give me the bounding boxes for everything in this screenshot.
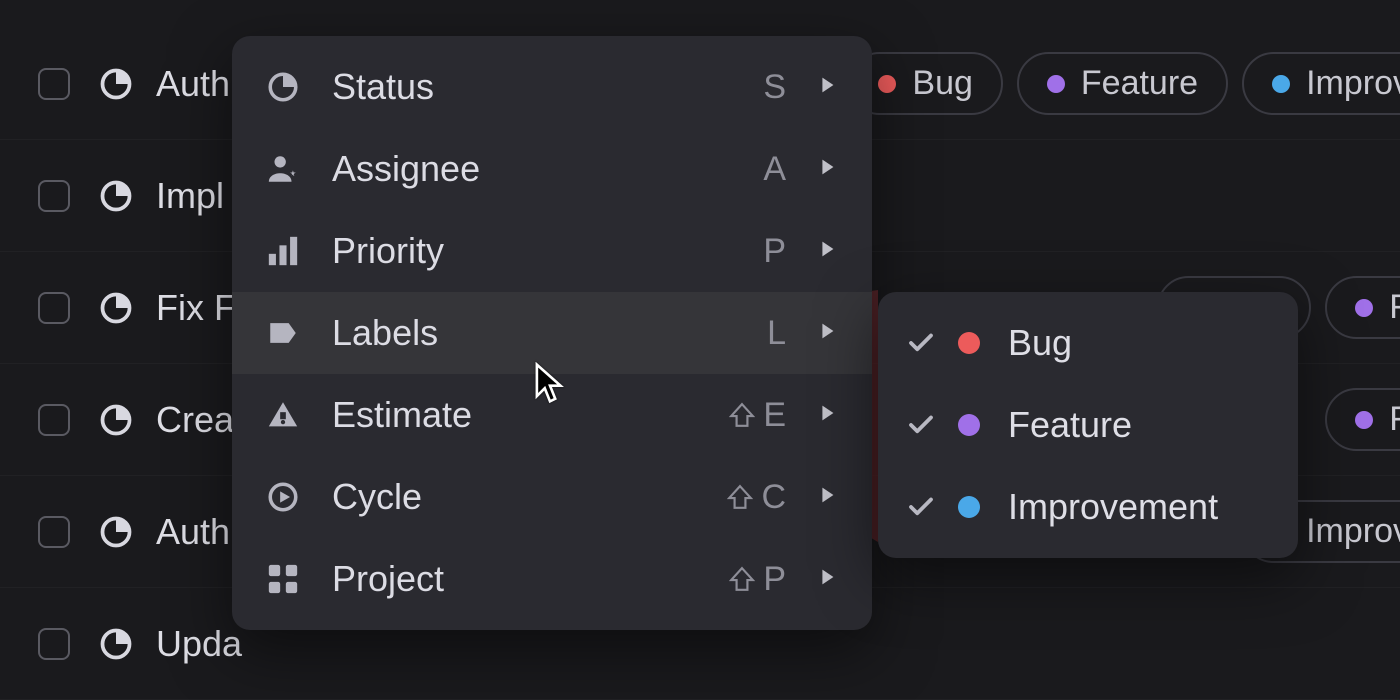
menu-label: Priority — [332, 230, 763, 272]
label-dot-icon — [958, 496, 980, 518]
chevron-right-icon — [816, 156, 838, 183]
label-dot-icon — [958, 414, 980, 436]
menu-item-project[interactable]: Project P — [232, 538, 872, 620]
labels-submenu: Bug Feature Improvement — [878, 292, 1298, 558]
status-icon — [266, 70, 300, 104]
issue-title: Impl — [156, 175, 224, 217]
menu-label: Estimate — [332, 394, 729, 436]
submenu-item-bug[interactable]: Bug — [878, 302, 1298, 384]
label-pill[interactable]: Improv — [1242, 52, 1400, 115]
issue-title: Auth — [156, 63, 230, 105]
submenu-item-improvement[interactable]: Improvement — [878, 466, 1298, 548]
submenu-item-feature[interactable]: Feature — [878, 384, 1298, 466]
status-in-progress-icon — [98, 178, 134, 214]
checkbox[interactable] — [38, 516, 70, 548]
menu-label: Project — [332, 558, 729, 600]
menu-label: Labels — [332, 312, 767, 354]
checkbox[interactable] — [38, 404, 70, 436]
issue-title: Crea — [156, 399, 234, 441]
menu-label: Cycle — [332, 476, 727, 518]
label-dot-icon — [1047, 75, 1065, 93]
cycle-icon — [266, 480, 300, 514]
issue-title: Fix F — [156, 287, 236, 329]
shift-icon — [727, 484, 753, 510]
checkbox[interactable] — [38, 292, 70, 324]
checkbox[interactable] — [38, 180, 70, 212]
submenu-label: Feature — [1008, 404, 1132, 446]
label-pill[interactable]: F — [1325, 388, 1400, 451]
shift-icon — [729, 402, 755, 428]
label-icon — [266, 316, 300, 350]
chevron-right-icon — [816, 238, 838, 265]
estimate-icon — [266, 398, 300, 432]
status-in-progress-icon — [98, 66, 134, 102]
label-dot-icon — [1355, 299, 1373, 317]
menu-label: Assignee — [332, 148, 763, 190]
menu-shortcut: P — [729, 560, 786, 599]
issue-labels: F — [1325, 388, 1400, 451]
status-in-progress-icon — [98, 626, 134, 662]
menu-shortcut: L — [767, 314, 786, 353]
chevron-right-icon — [816, 566, 838, 593]
check-icon — [906, 328, 936, 358]
menu-item-priority[interactable]: Priority P — [232, 210, 872, 292]
chevron-right-icon — [816, 320, 838, 347]
status-in-progress-icon — [98, 290, 134, 326]
submenu-label: Improvement — [1008, 486, 1218, 528]
label-pill[interactable]: Feature — [1017, 52, 1228, 115]
issue-labels: Bug Feature Improv — [848, 52, 1400, 115]
project-icon — [266, 562, 300, 596]
label-pill[interactable]: F — [1325, 276, 1400, 339]
menu-item-labels[interactable]: Labels L — [232, 292, 872, 374]
menu-item-cycle[interactable]: Cycle C — [232, 456, 872, 538]
label-dot-icon — [958, 332, 980, 354]
issue-title: Auth — [156, 511, 230, 553]
chevron-right-icon — [816, 484, 838, 511]
menu-shortcut: S — [763, 68, 786, 107]
check-icon — [906, 410, 936, 440]
chevron-right-icon — [816, 74, 838, 101]
menu-shortcut: E — [729, 396, 786, 435]
menu-shortcut: C — [727, 478, 786, 517]
menu-shortcut: P — [763, 232, 786, 271]
context-menu: Status S Assignee A Priority P Labels L … — [232, 36, 872, 630]
label-dot-icon — [878, 75, 896, 93]
submenu-label: Bug — [1008, 322, 1072, 364]
menu-shortcut: A — [763, 150, 786, 189]
check-icon — [906, 492, 936, 522]
assignee-icon — [266, 152, 300, 186]
status-in-progress-icon — [98, 514, 134, 550]
label-dot-icon — [1355, 411, 1373, 429]
menu-label: Status — [332, 66, 763, 108]
chevron-right-icon — [816, 402, 838, 429]
issue-title: Upda — [156, 623, 242, 665]
menu-item-status[interactable]: Status S — [232, 46, 872, 128]
menu-item-estimate[interactable]: Estimate E — [232, 374, 872, 456]
checkbox[interactable] — [38, 68, 70, 100]
menu-item-assignee[interactable]: Assignee A — [232, 128, 872, 210]
priority-icon — [266, 234, 300, 268]
status-in-progress-icon — [98, 402, 134, 438]
label-dot-icon — [1272, 75, 1290, 93]
shift-icon — [729, 566, 755, 592]
checkbox[interactable] — [38, 628, 70, 660]
